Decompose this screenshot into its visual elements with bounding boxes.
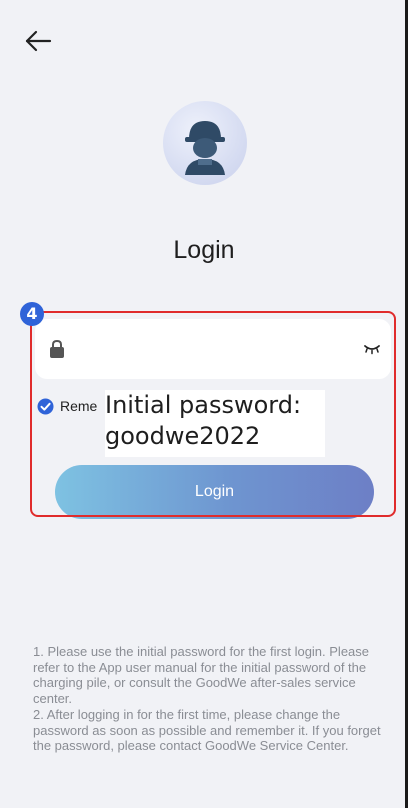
worker-avatar-icon [163,101,247,185]
annotation-highlight-box [30,311,396,517]
step-badge: 4 [20,302,44,326]
arrow-left-icon[interactable] [24,30,52,52]
login-tips: 1. Please use the initial password for t… [33,644,381,754]
app-screen: Login Reme Initial password: goodwe2022 … [0,0,408,808]
page-title: Login [173,236,235,264]
